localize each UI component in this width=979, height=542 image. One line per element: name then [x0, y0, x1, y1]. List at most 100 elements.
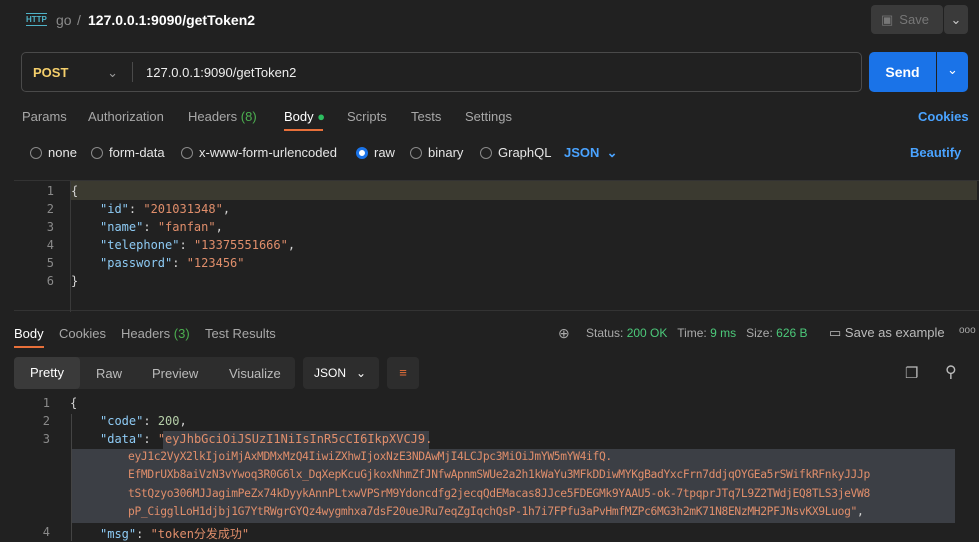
radio-urlencoded[interactable]: x-www-form-urlencoded — [181, 145, 337, 160]
text: form-data — [109, 145, 165, 160]
response-meta: Status: 200 OK Time: 9 ms Size: 626 B — [586, 326, 808, 340]
text: : — [136, 527, 151, 541]
text: 2 — [46, 202, 54, 216]
text — [30, 146, 42, 159]
text: Body — [284, 109, 314, 124]
text: EfMDrUXb8aiVzN3vYwoq3R0G6lx_DqXepKcuGjko… — [128, 468, 870, 481]
view-preview[interactable]: Preview — [152, 366, 198, 381]
radio-form-data[interactable]: form-data — [91, 145, 165, 160]
method-select[interactable]: POST ⌄ — [33, 65, 118, 81]
text: 4 — [42, 525, 50, 539]
save-icon: ▭ — [829, 325, 842, 340]
save-icon: ▣ — [881, 11, 894, 27]
text: POST — [33, 65, 69, 80]
text: tStQzyo306MJJagimPeZx74kDyykAnnPLtxwVPSr… — [128, 487, 870, 500]
resp-tab-headers[interactable]: Headers (3) — [121, 326, 190, 341]
text — [91, 146, 103, 159]
text: Status: — [586, 326, 624, 340]
send-dropdown[interactable]: ⌄ — [937, 52, 968, 92]
tab-tests[interactable]: Tests — [411, 109, 441, 124]
radio-none[interactable]: none — [30, 145, 77, 160]
view-visualize[interactable]: Visualize — [229, 366, 281, 381]
text: "code": 200, — [100, 414, 187, 428]
text — [70, 181, 71, 312]
text: JSON — [564, 145, 600, 160]
text: pP_CigglLoH1djbj1G7YtRWgrGYQz4wygmhxa7ds… — [128, 505, 851, 518]
text: (8) — [240, 109, 257, 124]
tab-params[interactable]: Params — [22, 109, 67, 124]
view-pretty[interactable]: Pretty — [14, 357, 80, 389]
text — [181, 146, 193, 159]
text: { — [70, 396, 78, 410]
text: pP_CigglLoH1djbj1G7YtRWgrGYQz4wygmhxa7ds… — [128, 505, 864, 518]
text: Save as example — [844, 325, 945, 340]
text: } — [71, 274, 79, 288]
wrap-lines-icon[interactable]: ≡ — [387, 357, 419, 389]
text — [480, 146, 492, 159]
text: "msg" — [100, 527, 137, 541]
view-raw[interactable]: Raw — [96, 366, 122, 381]
resp-tab-body[interactable]: Body — [14, 326, 44, 341]
save-dropdown[interactable]: ⌄ — [944, 5, 968, 34]
url-input[interactable]: 127.0.0.1:9090/getToken2 — [146, 65, 296, 80]
copy-icon[interactable]: ❐ — [905, 364, 918, 382]
text: "13375551666" — [193, 238, 288, 252]
resp-tab-cookies[interactable]: Cookies — [59, 326, 106, 341]
text: 2 — [42, 414, 50, 428]
text: "name": "fanfan", — [100, 220, 223, 234]
text: "password" — [100, 256, 173, 270]
text: " — [157, 432, 166, 446]
text — [284, 129, 323, 131]
save-as-example-button[interactable]: ▭ Save as example — [829, 325, 945, 341]
text: 3 — [42, 432, 50, 446]
view-format-select[interactable]: JSON ⌄ — [303, 357, 379, 389]
http-icon: HTTP — [26, 13, 47, 26]
cookies-link[interactable]: Cookies — [918, 109, 969, 124]
tab-scripts[interactable]: Scripts — [347, 109, 387, 124]
radio-raw[interactable]: raw — [356, 145, 395, 160]
text: Save — [899, 12, 929, 27]
text: , — [179, 414, 187, 428]
text: "password": "123456" — [100, 256, 245, 270]
format-select[interactable]: JSON ⌄ — [564, 145, 618, 161]
text: "token分发成功" — [150, 527, 250, 541]
text: Time: — [677, 326, 707, 340]
text — [410, 146, 422, 159]
text: eyJhbGciOiJSUzI1NiIsInR5cCI6IkpXVCJ9. — [165, 432, 433, 446]
radio-binary[interactable]: binary — [410, 145, 463, 160]
modified-dot-icon: ● — [317, 109, 326, 124]
tab-body[interactable]: Body ● — [284, 109, 325, 124]
text: { — [71, 184, 79, 198]
text: : — [172, 256, 187, 270]
text: : — [143, 414, 158, 428]
text: "code" — [100, 414, 144, 428]
text: 1 — [46, 184, 54, 198]
collection-name[interactable]: go — [56, 12, 72, 28]
response-body[interactable]: 1 2 3 4 { "code": 200, "data": "eyJhbGci… — [0, 394, 979, 541]
search-icon[interactable]: ⚲ — [945, 362, 957, 382]
page-title[interactable]: 127.0.0.1:9090/getToken2 — [88, 12, 255, 28]
send-button[interactable]: Send — [869, 52, 936, 92]
tab-headers[interactable]: Headers (8) — [188, 109, 257, 124]
tab-authorization[interactable]: Authorization — [88, 109, 164, 124]
text: 626 B — [776, 326, 808, 340]
text: none — [48, 145, 77, 160]
text: "id" — [100, 202, 129, 216]
request-body-editor[interactable]: 1 2 3 4 5 6 { "id": "201031348", "name":… — [14, 180, 979, 312]
text: JSON — [314, 366, 347, 380]
text: : — [143, 220, 158, 234]
more-options-icon[interactable]: ooo — [959, 325, 976, 336]
text: GraphQL — [498, 145, 552, 160]
text: "data": "eyJhbGciOiJSUzI1NiIsInR5cCI6Ikp… — [100, 432, 432, 446]
text: 5 — [46, 256, 54, 270]
text: "telephone" — [100, 238, 180, 252]
text: , — [857, 505, 864, 518]
globe-icon[interactable]: ⊕ — [558, 325, 570, 342]
radio-graphql[interactable]: GraphQL — [480, 145, 551, 160]
tab-settings[interactable]: Settings — [465, 109, 512, 124]
save-button[interactable]: ▣ Save — [871, 5, 943, 34]
beautify-button[interactable]: Beautify — [910, 145, 961, 160]
text: 200 OK — [626, 326, 668, 340]
text: , — [222, 202, 231, 216]
resp-tab-test-results[interactable]: Test Results — [205, 326, 276, 341]
